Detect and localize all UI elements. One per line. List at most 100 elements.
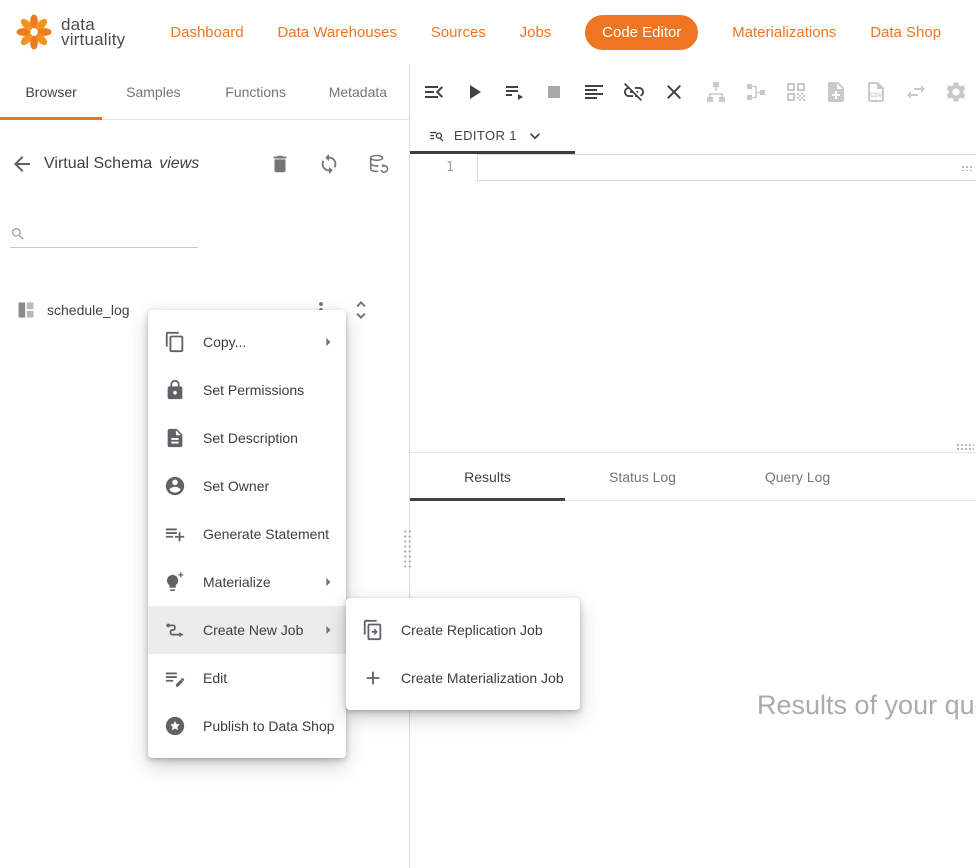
collapse-list-icon[interactable] <box>414 72 454 112</box>
create-job-icon <box>164 619 186 641</box>
schema-refresh-icon[interactable] <box>367 153 389 175</box>
tab-results[interactable]: Results <box>410 453 565 500</box>
copy-icon <box>164 331 186 353</box>
table-grid-icon <box>16 300 36 320</box>
submenu-arrow-icon <box>318 332 338 352</box>
nav-jobs[interactable]: Jobs <box>520 24 552 41</box>
menu-item-create-new-job[interactable]: Create New Job <box>148 606 346 654</box>
menu-item-set-permissions[interactable]: Set Permissions <box>148 366 346 414</box>
brand-logo[interactable]: data virtuality <box>14 12 125 52</box>
menu-item-label: Materialize <box>203 574 271 590</box>
editor-tab-label: EDITOR 1 <box>454 128 517 143</box>
tab-browser[interactable]: Browser <box>0 64 102 119</box>
left-tabs: Browser Samples Functions Metadata <box>0 64 409 120</box>
editor-search-icon <box>428 127 446 145</box>
replication-icon <box>362 619 384 641</box>
swap-icon[interactable] <box>896 72 936 112</box>
plus-icon <box>362 667 384 689</box>
menu-item-set-owner[interactable]: Set Owner <box>148 462 346 510</box>
code-editor[interactable]: 1 <box>410 154 976 441</box>
editor-tab-1[interactable]: EDITOR 1 <box>410 120 575 154</box>
nav-code-editor[interactable]: Code Editor <box>585 15 698 50</box>
format-sql-icon[interactable] <box>574 72 614 112</box>
menu-item-edit[interactable]: Edit <box>148 654 346 702</box>
schema-title: Virtual Schema <box>44 155 152 173</box>
link-off-icon[interactable] <box>614 72 654 112</box>
editor-active-line[interactable] <box>477 154 976 181</box>
submenu-arrow-icon <box>318 572 338 592</box>
menu-item-label: Publish to Data Shop <box>203 718 335 734</box>
settings-icon[interactable] <box>936 72 976 112</box>
menu-item-generate-statement[interactable]: Generate Statement <box>148 510 346 558</box>
chevron-down-icon[interactable] <box>525 126 545 146</box>
submenu-item-create-replication-job[interactable]: Create Replication Job <box>346 606 580 654</box>
description-icon <box>164 427 186 449</box>
lock-icon <box>164 379 186 401</box>
menu-item-label: Generate Statement <box>203 526 329 542</box>
top-navbar: data virtuality Dashboard Data Warehouse… <box>0 0 976 64</box>
export-file-icon[interactable] <box>816 72 856 112</box>
owner-icon <box>164 475 186 497</box>
tab-metadata[interactable]: Metadata <box>307 64 409 119</box>
splitter-grip-icon <box>956 443 974 451</box>
menu-item-materialize[interactable]: Materialize <box>148 558 346 606</box>
playlist-add-icon <box>164 523 186 545</box>
menu-item-label: Create Replication Job <box>401 622 543 638</box>
menu-item-label: Set Description <box>203 430 298 446</box>
nav-dashboard[interactable]: Dashboard <box>170 24 243 41</box>
menu-item-label: Edit <box>203 670 227 686</box>
main-nav: Dashboard Data Warehouses Sources Jobs C… <box>153 15 958 50</box>
schema-actions <box>269 153 389 175</box>
menu-item-copy[interactable]: Copy... <box>148 318 346 366</box>
menu-item-label: Set Permissions <box>203 382 304 398</box>
svg-text:CSV: CSV <box>870 93 882 99</box>
explain-plan-icon[interactable] <box>776 72 816 112</box>
nav-sources[interactable]: Sources <box>431 24 486 41</box>
menu-item-publish-data-shop[interactable]: Publish to Data Shop <box>148 702 346 750</box>
menu-item-label: Set Owner <box>203 478 269 494</box>
delete-icon[interactable] <box>269 153 291 175</box>
refresh-icon[interactable] <box>318 153 340 175</box>
results-tabbar: Results Status Log Query Log <box>410 453 976 501</box>
results-empty-message: Results of your queries <box>757 690 976 721</box>
editor-resize-handle[interactable] <box>961 165 973 171</box>
search-icon <box>10 226 26 242</box>
dependencies-icon[interactable] <box>696 72 736 112</box>
horizontal-splitter[interactable] <box>410 441 976 453</box>
nav-materializations[interactable]: Materializations <box>732 24 836 41</box>
line-number: 1 <box>410 160 454 175</box>
tab-query-log[interactable]: Query Log <box>720 453 875 500</box>
run-icon[interactable] <box>454 72 494 112</box>
tab-status-log[interactable]: Status Log <box>565 453 720 500</box>
menu-item-label: Create Materialization Job <box>401 670 564 686</box>
nav-data-warehouses[interactable]: Data Warehouses <box>277 24 397 41</box>
brand-flower-icon <box>14 12 54 52</box>
unfold-more-icon[interactable] <box>349 298 373 322</box>
submenu-item-create-materialization-job[interactable]: Create Materialization Job <box>346 654 580 702</box>
tree-item-label: schedule_log <box>47 302 130 318</box>
back-icon[interactable] <box>10 152 34 176</box>
close-icon[interactable] <box>654 72 694 112</box>
menu-item-set-description[interactable]: Set Description <box>148 414 346 462</box>
stop-icon[interactable] <box>534 72 574 112</box>
tab-functions[interactable]: Functions <box>205 64 307 119</box>
brand-name: data virtuality <box>61 17 125 47</box>
schema-icon[interactable] <box>736 72 776 112</box>
submenu-arrow-icon <box>318 620 338 640</box>
nav-data-shop[interactable]: Data Shop <box>870 24 941 41</box>
star-circle-icon <box>164 715 186 737</box>
edit-icon <box>164 667 186 689</box>
editor-toolbar: CSV <box>410 64 976 120</box>
tab-samples[interactable]: Samples <box>102 64 204 119</box>
create-job-submenu: Create Replication Job Create Materializ… <box>346 598 580 710</box>
editor-panel: CSV EDITOR 1 <box>410 64 976 868</box>
run-selection-icon[interactable] <box>494 72 534 112</box>
export-csv-icon[interactable]: CSV <box>856 72 896 112</box>
menu-item-label: Copy... <box>203 334 246 350</box>
schema-title-suffix: views <box>159 155 199 173</box>
panel-resize-handle[interactable] <box>402 528 411 568</box>
search-input[interactable] <box>32 226 198 242</box>
menu-item-label: Create New Job <box>203 622 303 638</box>
main-area: Browser Samples Functions Metadata Virtu… <box>0 64 976 868</box>
app-window: data virtuality Dashboard Data Warehouse… <box>0 0 976 868</box>
